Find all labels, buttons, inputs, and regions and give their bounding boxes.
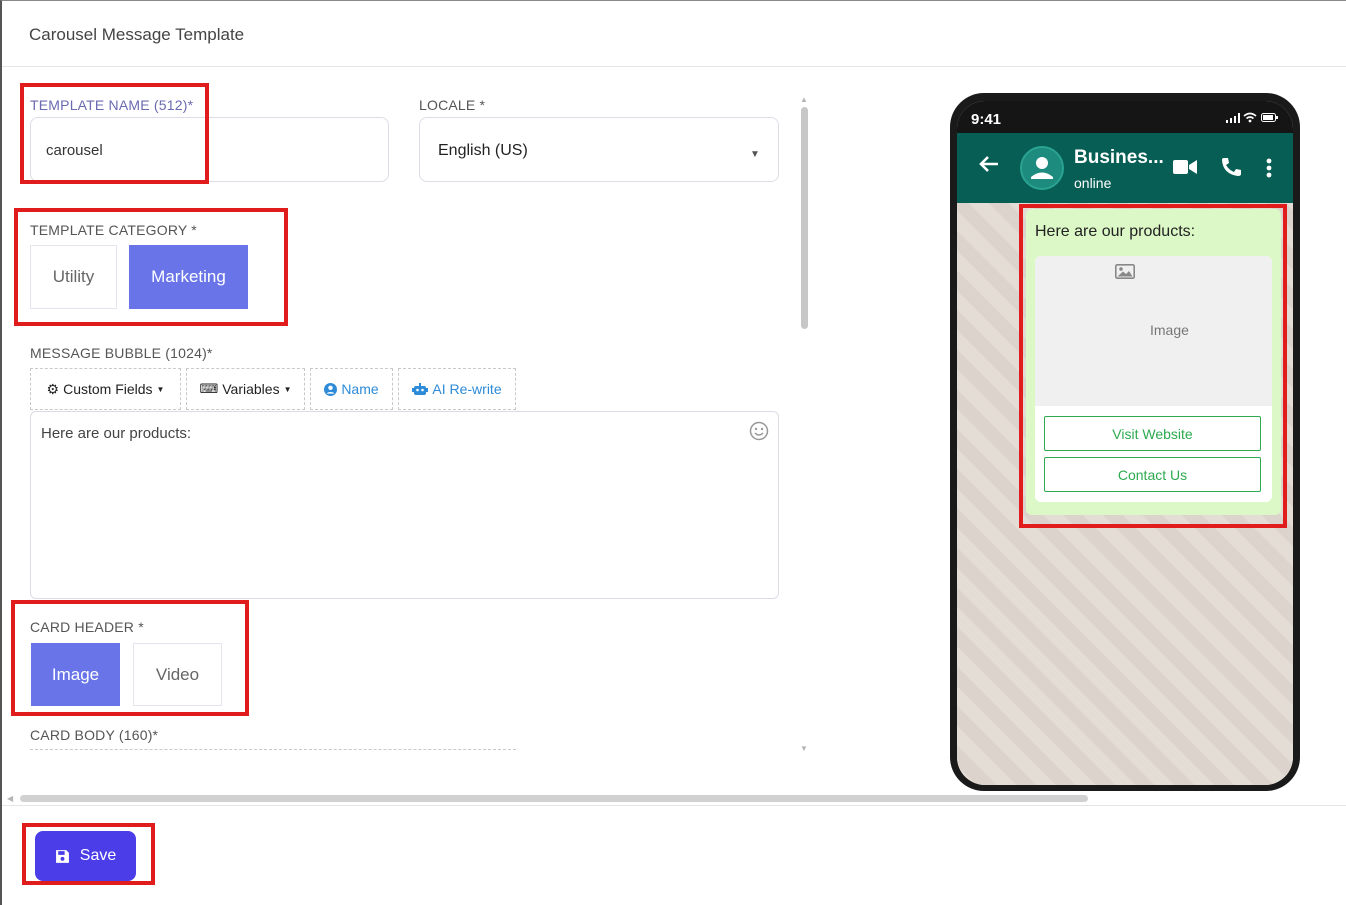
status-time: 9:41 [971, 111, 1002, 128]
category-label: TEMPLATE CATEGORY * [30, 222, 197, 238]
name-button[interactable]: Name [310, 368, 393, 410]
message-bubble-text: Here are our products: [41, 425, 192, 442]
preview-message-text: Here are our products: [1035, 223, 1196, 240]
modal-title: Carousel Message Template [29, 25, 245, 44]
avatar [1020, 146, 1064, 190]
category-marketing-button[interactable]: Marketing [129, 245, 248, 309]
chat-header: Busines... online [957, 133, 1293, 203]
variables-label: Variables [222, 381, 280, 397]
user-circle-icon [324, 382, 338, 396]
scroll-down-arrow[interactable]: ▼ [800, 744, 808, 753]
scroll-up-arrow[interactable]: ▲ [800, 95, 808, 104]
back-arrow-icon[interactable] [979, 155, 999, 173]
custom-fields-label: Custom Fields [63, 381, 153, 397]
emoji-icon[interactable] [749, 421, 769, 441]
contact-status: online [1074, 175, 1112, 191]
custom-fields-button[interactable]: ⚙ Custom Fields ▼ [30, 368, 181, 410]
vertical-scrollbar[interactable] [801, 107, 808, 329]
robot-icon [412, 382, 429, 395]
template-modal: Carousel Message Template TEMPLATE NAME … [0, 0, 1346, 905]
card-header-image-button[interactable]: Image [31, 643, 120, 706]
template-name-value: carousel [46, 142, 103, 159]
gear-icon: ⚙ [46, 380, 60, 397]
locale-label: LOCALE * [419, 97, 486, 113]
phone-preview: 9:41 Busines... online Here are our prod… [950, 93, 1300, 791]
keyboard-icon: ⌨ [199, 381, 219, 396]
card-header-video-button[interactable]: Video [133, 643, 222, 706]
ai-rewrite-button[interactable]: AI Re-write [398, 368, 516, 410]
message-bubble-preview: Here are our products: Image Visit Websi… [1026, 209, 1281, 515]
save-button[interactable]: Save [35, 831, 136, 881]
message-bubble-textarea[interactable]: Here are our products: [30, 411, 779, 599]
floppy-disk-icon [55, 849, 69, 863]
caret-down-icon: ▼ [283, 384, 292, 394]
contact-name: Busines... [1074, 147, 1164, 168]
category-utility-button[interactable]: Utility [30, 245, 117, 309]
footer-divider [2, 805, 1346, 806]
battery-icon [1261, 113, 1278, 122]
phone-call-icon[interactable] [1220, 157, 1242, 177]
card-body-label: CARD BODY (160)* [30, 727, 159, 743]
card-body-toolbar-edge [30, 749, 516, 753]
card-header-label: CARD HEADER * [30, 619, 144, 635]
status-bar: 9:41 [957, 101, 1293, 133]
chevron-down-icon: ▼ [750, 149, 760, 160]
modal-header: Carousel Message Template [2, 1, 1346, 67]
more-vertical-icon[interactable] [1266, 158, 1272, 178]
caret-down-icon: ▼ [156, 384, 165, 394]
contact-us-button[interactable]: Contact Us [1044, 457, 1261, 492]
scroll-left-arrow[interactable]: ◀ [7, 794, 13, 803]
locale-value: English (US) [438, 142, 528, 159]
signal-icon [1226, 113, 1240, 123]
carousel-card: Image Visit Website Contact Us [1035, 256, 1272, 502]
image-icon [1115, 264, 1135, 279]
ai-rewrite-label: AI Re-write [432, 381, 502, 397]
locale-select[interactable]: English (US) ▼ [419, 117, 779, 182]
template-name-input[interactable]: carousel [30, 117, 389, 182]
variables-button[interactable]: ⌨ Variables ▼ [186, 368, 305, 410]
phone-screen: 9:41 Busines... online Here are our prod… [957, 101, 1293, 785]
name-label: Name [341, 381, 379, 397]
card-image-label: Image [1150, 322, 1189, 338]
horizontal-scrollbar[interactable] [20, 795, 1088, 802]
video-call-icon[interactable] [1173, 159, 1197, 175]
message-bubble-label: MESSAGE BUBBLE (1024)* [30, 345, 213, 361]
template-name-label: TEMPLATE NAME (512)* [30, 97, 194, 113]
save-label: Save [79, 847, 117, 864]
card-image-placeholder: Image [1035, 256, 1272, 406]
wifi-icon [1243, 112, 1257, 123]
visit-website-button[interactable]: Visit Website [1044, 416, 1261, 451]
